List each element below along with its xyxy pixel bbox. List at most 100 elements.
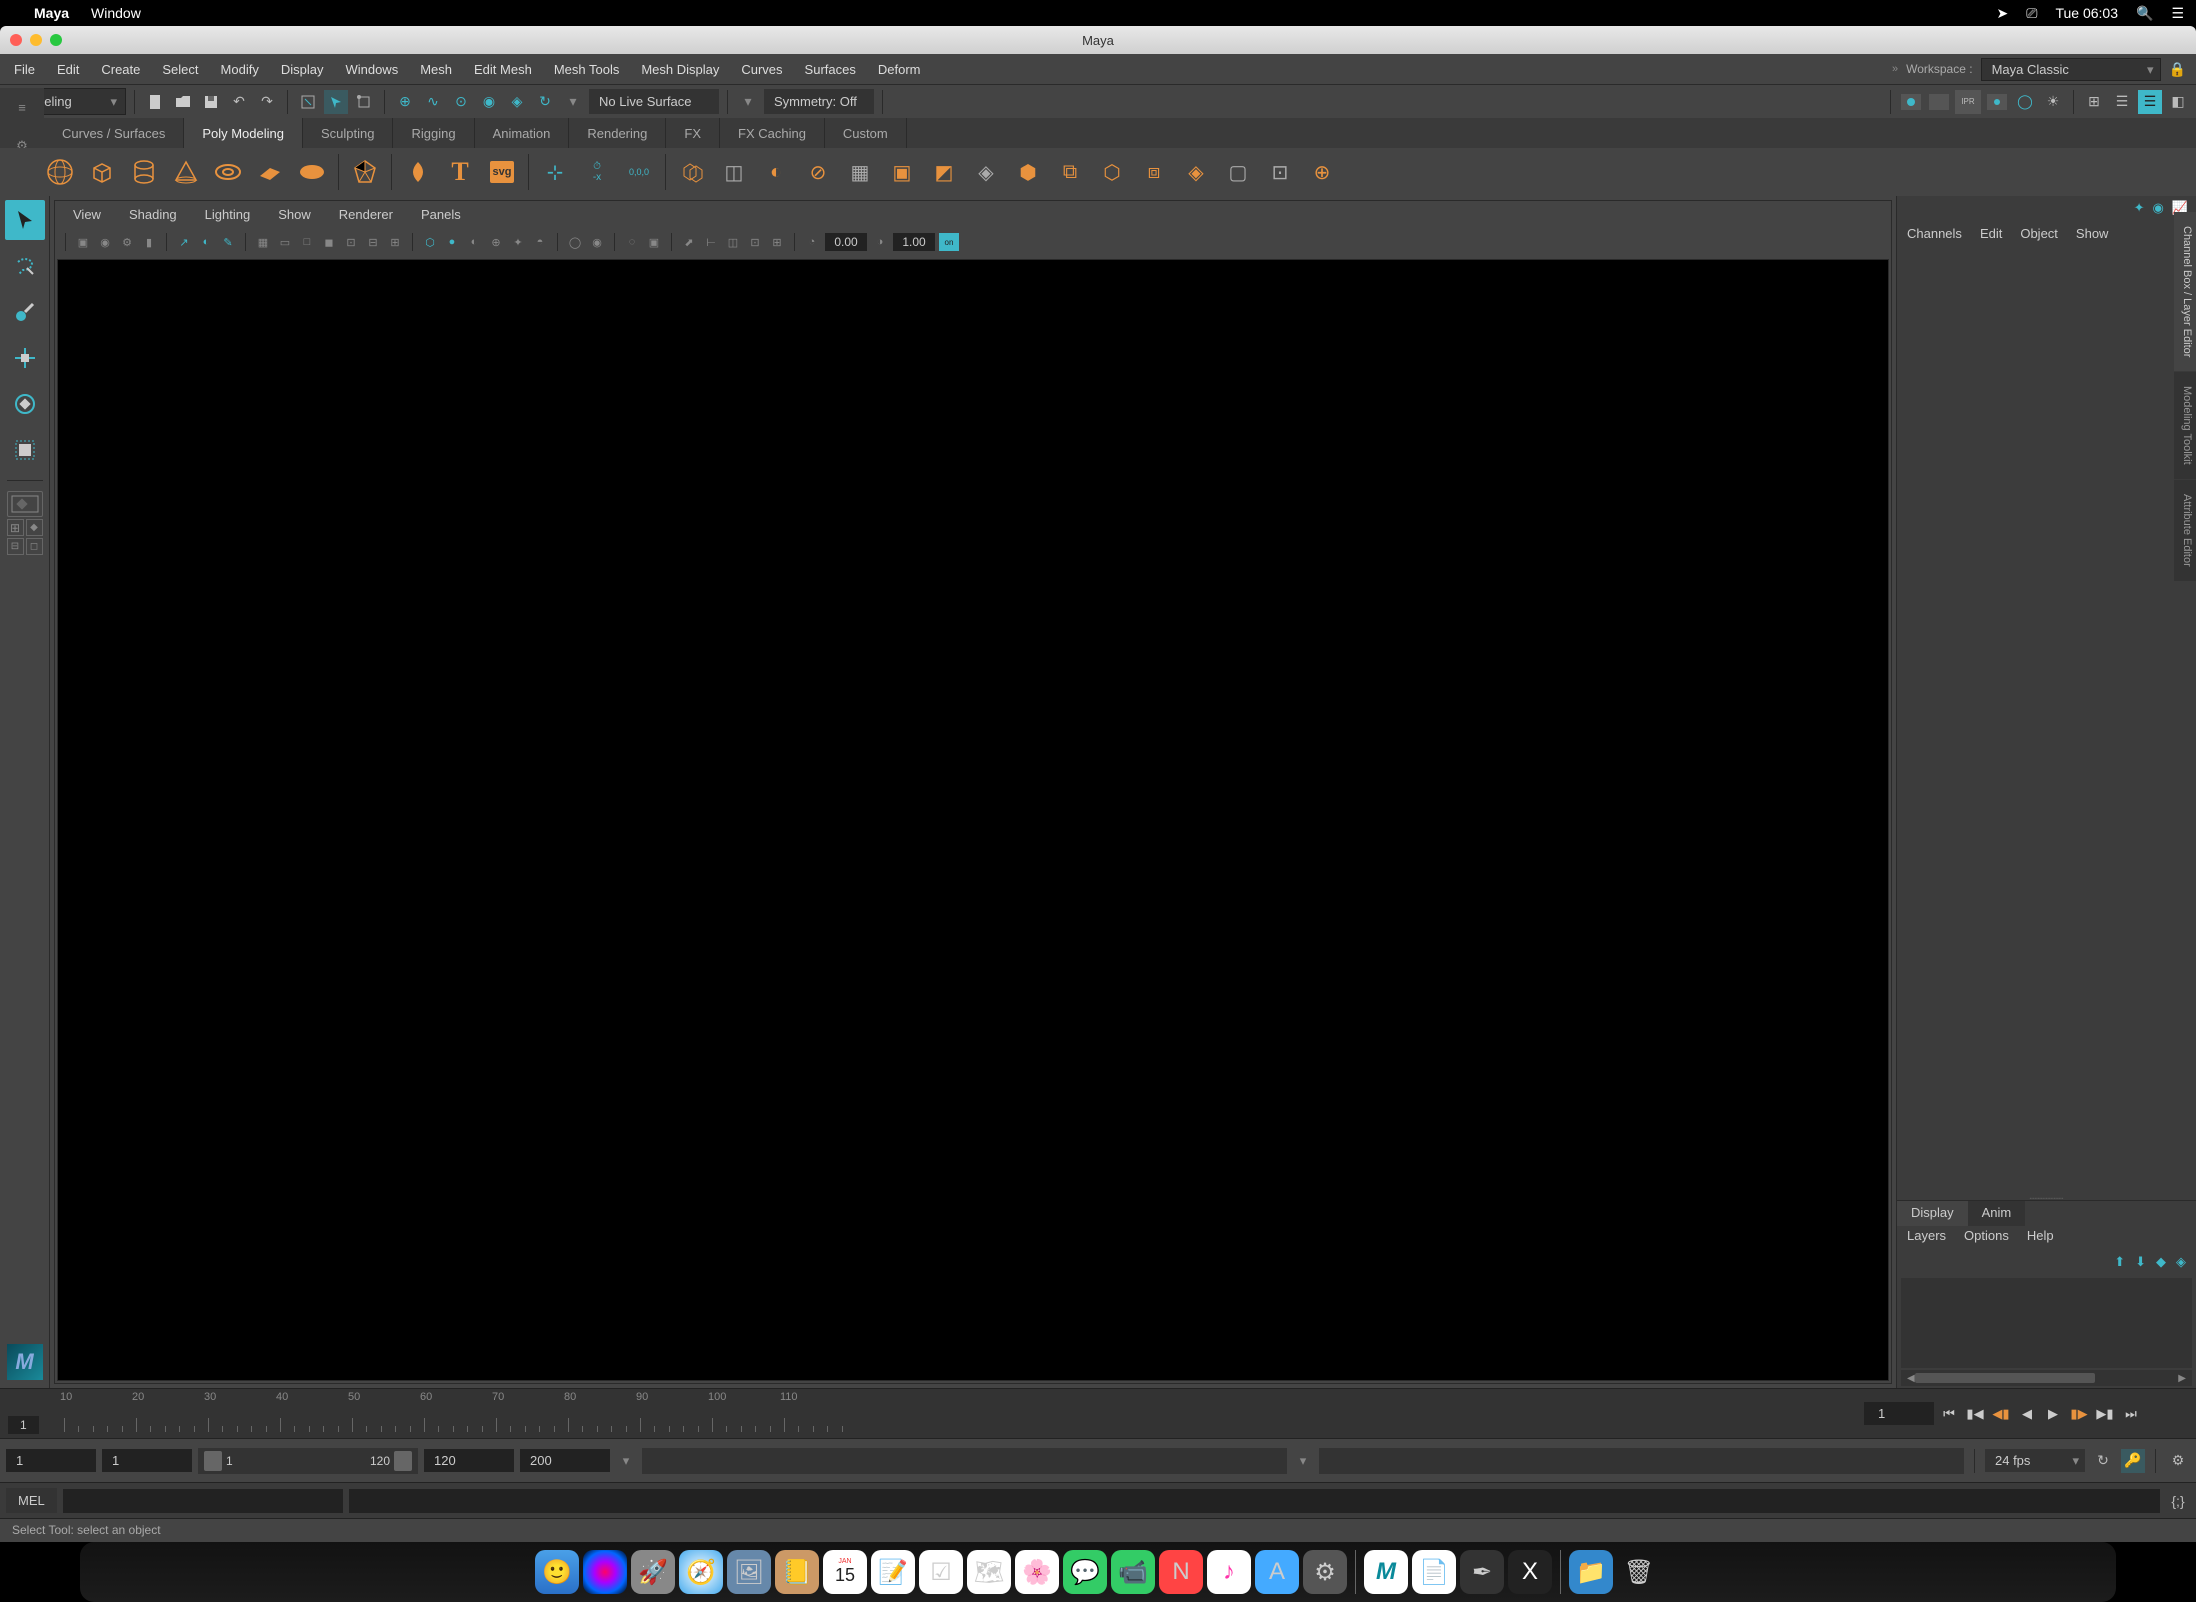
anim-end-field[interactable]: 200 — [520, 1449, 610, 1472]
app-name[interactable]: Maya — [34, 5, 69, 21]
shelf-tab-custom[interactable]: Custom — [825, 118, 907, 148]
shelf-tab-rendering[interactable]: Rendering — [569, 118, 666, 148]
close-button[interactable] — [10, 34, 22, 46]
bookmark-icon[interactable]: ▮ — [140, 233, 158, 251]
textured-icon[interactable]: ◐ — [465, 233, 483, 251]
panel-toggle-2-icon[interactable]: ☰ — [2110, 90, 2134, 114]
cb-show[interactable]: Show — [2076, 226, 2109, 241]
menu-edit[interactable]: Edit — [47, 58, 89, 81]
playback-end-field[interactable]: 120 — [424, 1449, 514, 1472]
range-slider[interactable]: 1 120 — [198, 1448, 418, 1474]
layer-new-selected-icon[interactable]: ◈ — [2176, 1254, 2186, 1274]
menu-display[interactable]: Display — [271, 58, 334, 81]
menu-editmesh[interactable]: Edit Mesh — [464, 58, 542, 81]
step-forward-key-button[interactable]: ▶▮ — [2094, 1403, 2116, 1425]
safe-title-icon[interactable]: ⊟ — [364, 233, 382, 251]
script-lang-label[interactable]: MEL — [6, 1488, 57, 1513]
viewmenu-shading[interactable]: Shading — [117, 204, 189, 225]
time-slider[interactable]: 1 102030405060708090100110 1 ⏮ ▮◀ ◀▮ ◀ ▶… — [0, 1388, 2196, 1438]
dock-facetime-icon[interactable]: 📹 — [1111, 1550, 1155, 1594]
isolate-icon[interactable]: ◯ — [566, 233, 584, 251]
vtab-attributeeditor[interactable]: Attribute Editor — [2174, 480, 2196, 581]
dock-trash-icon[interactable]: 🗑 — [1617, 1550, 1661, 1594]
poly-type-icon[interactable]: T — [444, 156, 476, 188]
paint-select-tool[interactable] — [5, 292, 45, 332]
lasso-tool[interactable] — [5, 246, 45, 286]
ao-icon[interactable]: ⊡ — [746, 233, 764, 251]
dock-messages-icon[interactable]: 💬 — [1063, 1550, 1107, 1594]
sync-icon[interactable]: ◉ — [2152, 200, 2163, 216]
reset-transform-icon[interactable]: 0,0,0 — [623, 156, 655, 188]
layers-menu-options[interactable]: Options — [1964, 1228, 2009, 1248]
go-end-button[interactable]: ⏭ — [2120, 1403, 2142, 1425]
dock-notes-icon[interactable]: 📝 — [871, 1550, 915, 1594]
camera-icon[interactable]: ▣ — [74, 233, 92, 251]
shelf-menu-icon[interactable]: ≡ — [18, 100, 26, 115]
separate-icon[interactable]: ◫ — [718, 156, 750, 188]
aa-icon[interactable]: ⊞ — [768, 233, 786, 251]
layer-moveup-icon[interactable]: ⬆ — [2114, 1254, 2125, 1274]
light-editor-icon[interactable]: ☀ — [2041, 90, 2065, 114]
boolean-icon[interactable]: ⊘ — [802, 156, 834, 188]
combine-icon[interactable] — [676, 156, 708, 188]
ipr-render-icon[interactable]: IPR — [1955, 90, 1981, 114]
layer-tab-anim[interactable]: Anim — [1968, 1201, 2026, 1226]
hypershade-icon[interactable]: ◯ — [2013, 90, 2037, 114]
dock-calendar-icon[interactable]: JAN15 — [823, 1550, 867, 1594]
mirror-icon[interactable]: ⧈ — [1138, 156, 1170, 188]
snap-grid-icon[interactable]: ⊕ — [393, 90, 417, 114]
viewmenu-show[interactable]: Show — [266, 204, 323, 225]
image-plane-icon[interactable]: ↗ — [175, 233, 193, 251]
multi-cut-icon[interactable]: ⊡ — [1264, 156, 1296, 188]
layer-movedown-icon[interactable]: ⬇ — [2135, 1254, 2146, 1274]
gamma-field[interactable]: 1.00 — [893, 233, 935, 251]
dock-contacts-icon[interactable]: 📒 — [775, 1550, 819, 1594]
safe-action-icon[interactable]: ✎ — [219, 233, 237, 251]
go-start-button[interactable]: ⏮ — [1938, 1403, 1960, 1425]
snap-projected-icon[interactable]: ◉ — [477, 90, 501, 114]
poly-plane-icon[interactable] — [254, 156, 286, 188]
gamma-icon[interactable]: ◑ — [871, 233, 889, 251]
extrude-icon[interactable]: ▦ — [844, 156, 876, 188]
workspace-dropdown[interactable]: Maya Classic — [1981, 58, 2161, 81]
dock-reminders-icon[interactable]: ☑ — [919, 1550, 963, 1594]
menu-select[interactable]: Select — [152, 58, 208, 81]
layer-body[interactable] — [1901, 1278, 2192, 1368]
field-chart-icon[interactable]: ⊡ — [342, 233, 360, 251]
save-scene-icon[interactable] — [199, 90, 223, 114]
duplicate-face-icon[interactable]: ⧉ — [1054, 156, 1086, 188]
char-dropdown-icon[interactable]: ▾ — [1293, 1453, 1313, 1469]
poly-disc-icon[interactable] — [296, 156, 328, 188]
panel-toggle-3-icon[interactable]: ☰ — [2138, 90, 2162, 114]
menu-create[interactable]: Create — [91, 58, 150, 81]
script-editor-icon[interactable]: {;} — [2166, 1489, 2190, 1513]
playback-start-field[interactable]: 1 — [102, 1449, 192, 1472]
render-settings-icon[interactable] — [1985, 90, 2009, 114]
zoom-button[interactable] — [50, 34, 62, 46]
mac-menu-window[interactable]: Window — [91, 5, 141, 21]
shadows-icon[interactable]: ◓ — [531, 233, 549, 251]
viewmenu-panels[interactable]: Panels — [409, 204, 473, 225]
fps-dropdown[interactable]: 24 fps — [1985, 1449, 2085, 1472]
default-material-icon[interactable]: ⬈ — [680, 233, 698, 251]
poly-cone-icon[interactable] — [170, 156, 202, 188]
cursor-icon[interactable]: ➤ — [1997, 5, 2009, 22]
range-handle-end[interactable] — [394, 1451, 412, 1471]
fill-hole-icon[interactable]: ◈ — [970, 156, 1002, 188]
poly-cylinder-icon[interactable] — [128, 156, 160, 188]
select-hierarchy-icon[interactable] — [296, 90, 320, 114]
snap-plane-icon[interactable]: ◈ — [505, 90, 529, 114]
dropdown-arrow-icon[interactable]: ▾ — [736, 90, 760, 114]
undo-icon[interactable]: ↶ — [227, 90, 251, 114]
step-back-button[interactable]: ◀▮ — [1990, 1403, 2012, 1425]
menu-surfaces[interactable]: Surfaces — [795, 58, 866, 81]
snap-point-icon[interactable]: ⊙ — [449, 90, 473, 114]
smooth-icon[interactable]: ◐ — [760, 156, 792, 188]
dock-launchpad-icon[interactable]: 🚀 — [631, 1550, 675, 1594]
character-set-field[interactable] — [642, 1448, 1287, 1474]
play-forward-button[interactable]: ▶ — [2042, 1403, 2064, 1425]
shelf-tab-rigging[interactable]: Rigging — [393, 118, 474, 148]
layout-quad-icon[interactable]: ⊞ — [7, 519, 24, 536]
range-dropdown-icon[interactable]: ▾ — [616, 1453, 636, 1469]
render-current-icon[interactable] — [1927, 90, 1951, 114]
